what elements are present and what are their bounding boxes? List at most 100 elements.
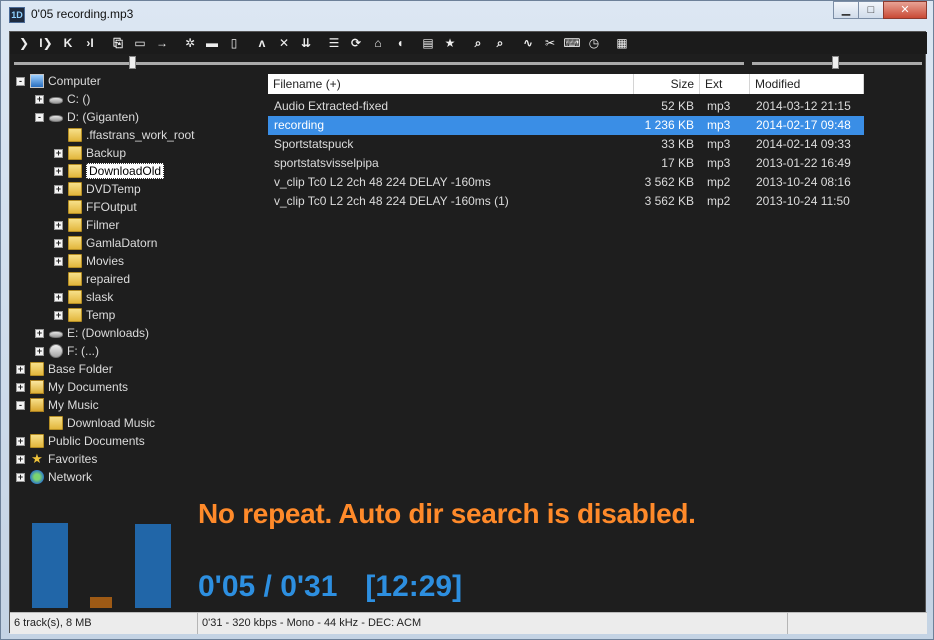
expand-toggle-icon[interactable]: + — [54, 256, 63, 266]
column-ext[interactable]: Ext — [700, 74, 750, 94]
tree-item-label: Computer — [48, 74, 101, 88]
tree-item[interactable]: + Backup — [54, 144, 126, 162]
tree-item[interactable]: + ★ Favorites — [16, 450, 97, 468]
refresh-icon[interactable]: ⟳ — [345, 33, 367, 53]
previous-icon[interactable]: K — [57, 33, 79, 53]
play-icon[interactable]: ❯ — [13, 33, 35, 53]
file-size-cell: 1 236 KB — [644, 118, 694, 132]
tree-item[interactable]: Download Music — [35, 414, 155, 432]
favorite-star-icon[interactable]: ★ — [439, 33, 461, 53]
tree-item[interactable]: + DownloadOld — [54, 162, 165, 180]
expand-toggle-icon[interactable]: + — [16, 436, 25, 446]
seek-slider-thumb[interactable] — [128, 56, 136, 69]
tree-item[interactable]: + Base Folder — [16, 360, 113, 378]
tree-item[interactable]: + GamlaDatorn — [54, 234, 157, 252]
cross-icon[interactable]: ✕ — [273, 33, 295, 53]
tree-item-label: Filmer — [86, 218, 120, 232]
expand-toggle-icon[interactable]: + — [54, 292, 63, 302]
tree-item[interactable]: + F: (...) — [35, 342, 99, 360]
file-name-cell: v_clip Tc0 L2 2ch 48 224 DELAY -160ms (1… — [274, 194, 509, 208]
open-folder-icon[interactable]: ⎘ — [107, 33, 129, 53]
cut-icon[interactable]: ✂ — [539, 33, 561, 53]
folder-icon — [68, 128, 82, 142]
tree-item[interactable]: repaired — [54, 270, 130, 288]
file-row[interactable]: recording 1 236 KB mp3 2014-02-17 09:48 — [268, 116, 864, 135]
tree-item[interactable]: + My Documents — [16, 378, 128, 396]
tree-item[interactable]: - Computer — [16, 72, 101, 90]
expand-toggle-icon[interactable]: + — [54, 184, 63, 194]
tree-item-label: repaired — [86, 272, 131, 286]
expand-toggle-icon[interactable]: + — [54, 310, 63, 320]
file-name-cell: Audio Extracted-fixed — [274, 99, 389, 113]
next-icon[interactable]: ›I — [79, 33, 101, 53]
home-icon[interactable]: ⌂ — [367, 33, 389, 53]
file-row[interactable]: v_clip Tc0 L2 2ch 48 224 DELAY -160ms 3 5… — [268, 173, 864, 192]
timer-icon[interactable]: ◷ — [583, 33, 605, 53]
convert-icon[interactable]: ∿ — [517, 33, 539, 53]
expand-toggle-icon[interactable]: - — [16, 76, 25, 86]
tree-item[interactable]: + Temp — [54, 306, 115, 324]
tree-item[interactable]: .ffastrans_work_root — [54, 126, 195, 144]
expand-toggle-icon[interactable]: + — [16, 364, 25, 374]
column-size[interactable]: Size — [634, 74, 700, 94]
expand-toggle-icon[interactable]: - — [35, 112, 44, 122]
expand-toggle-icon[interactable]: + — [16, 454, 25, 464]
pause-play-icon[interactable]: I❯ — [35, 33, 57, 53]
expand-toggle-icon[interactable]: - — [16, 400, 25, 410]
up-icon[interactable]: ʌ — [251, 33, 273, 53]
search-folder-icon[interactable]: ⌕ — [489, 33, 511, 53]
folder-next-icon[interactable]: ▭ — [129, 33, 151, 53]
expand-toggle-icon[interactable]: + — [35, 94, 44, 104]
tree-item[interactable]: - My Music — [16, 396, 99, 414]
expand-toggle-icon[interactable]: + — [54, 148, 63, 158]
list-view-icon[interactable]: ▦ — [611, 33, 633, 53]
tree-item[interactable]: + E: (Downloads) — [35, 324, 149, 342]
goto-icon[interactable]: → — [151, 33, 173, 53]
file-row[interactable]: Audio Extracted-fixed 52 KB mp3 2014-03-12 … — [268, 97, 864, 116]
expand-toggle-icon[interactable]: + — [16, 382, 25, 392]
tree-item[interactable]: + C: () — [35, 90, 90, 108]
expand-toggle-icon[interactable]: + — [54, 220, 63, 230]
folder-tree: - Computer + C: () - D: (Giganten) .ffastrans_… — [10, 72, 266, 492]
tree-item[interactable]: + slask — [54, 288, 113, 306]
tree-item[interactable]: FFOutput — [54, 198, 137, 216]
file-row[interactable]: sportstatsvisselpipa 17 KB mp3 2013-01-22 1… — [268, 154, 864, 173]
volume-slider-thumb[interactable] — [832, 56, 840, 69]
file-row[interactable]: v_clip Tc0 L2 2ch 48 224 DELAY -160ms (1… — [268, 192, 864, 211]
keyboard-icon[interactable]: ⌨ — [561, 33, 583, 53]
tree-item-label: Movies — [86, 254, 125, 268]
minimize-button[interactable]: ▁ — [833, 1, 859, 19]
expand-toggle-icon[interactable]: + — [54, 238, 63, 248]
settings-icon[interactable]: ✲ — [179, 33, 201, 53]
tree-item[interactable]: + Network — [16, 468, 92, 486]
minimize-view-icon[interactable]: ▬ — [201, 33, 223, 53]
playlist-icon[interactable]: ▤ — [417, 33, 439, 53]
folder-icon — [68, 218, 82, 232]
layout-icon[interactable]: ☰ — [323, 33, 345, 53]
expand-toggle-icon[interactable]: + — [16, 472, 25, 482]
sort-down-icon[interactable]: ⇊ — [295, 33, 317, 53]
seek-slider-track[interactable] — [14, 62, 744, 65]
volume-icon[interactable]: ◖ — [389, 33, 411, 53]
expand-toggle-icon[interactable]: + — [54, 166, 63, 176]
tree-item[interactable]: + Public Documents — [16, 432, 145, 450]
column-modified[interactable]: Modified — [750, 74, 864, 94]
file-row[interactable]: Sportstatspuck 33 KB mp3 2014-02-14 09:33 — [268, 135, 864, 154]
tree-item[interactable]: + Filmer — [54, 216, 119, 234]
tree-item[interactable]: + DVDTemp — [54, 180, 141, 198]
tree-item[interactable]: + Movies — [54, 252, 124, 270]
column-filename[interactable]: Filename (+) — [268, 74, 634, 94]
search-icon[interactable]: ⌕ — [467, 33, 489, 53]
panel-icon[interactable]: ▯ — [223, 33, 245, 53]
close-button[interactable]: ✕ — [883, 1, 927, 19]
expand-toggle-icon[interactable]: + — [35, 346, 44, 356]
tree-item[interactable]: - D: (Giganten) — [35, 108, 139, 126]
tree-item-label: F: (...) — [67, 344, 99, 358]
window-controls: ▁ □ ✕ — [833, 1, 927, 21]
file-name-cell: recording — [274, 118, 325, 132]
file-ext-cell: mp2 — [707, 175, 731, 189]
app-logo-icon: 1D — [9, 7, 25, 23]
title-bar[interactable]: 1D 0'05 recording.mp3 ▁ □ ✕ — [1, 1, 933, 29]
expand-toggle-icon[interactable]: + — [35, 328, 44, 338]
maximize-button[interactable]: □ — [858, 1, 884, 19]
